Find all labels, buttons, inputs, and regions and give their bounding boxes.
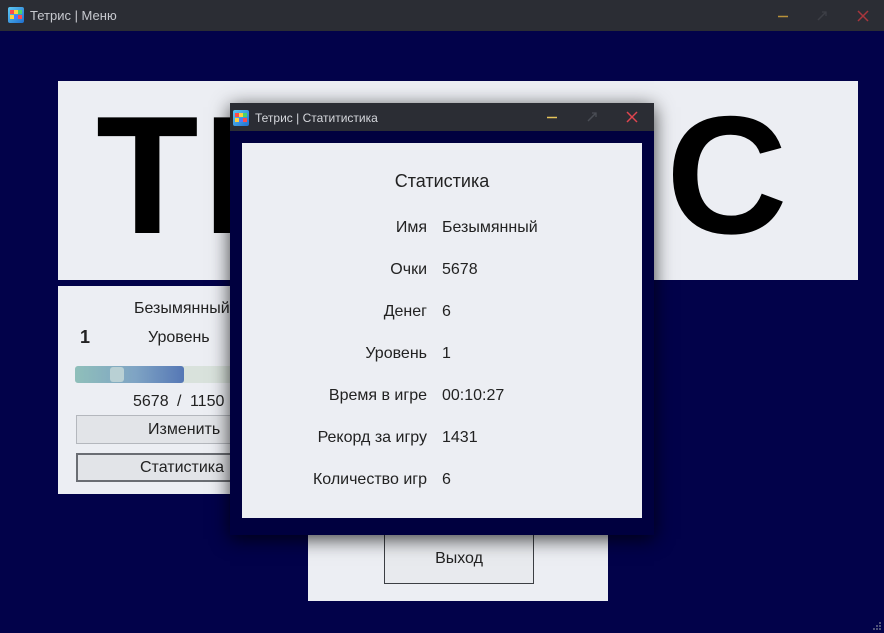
stat-label: Денег — [383, 303, 427, 320]
tetris-app-icon — [8, 7, 24, 23]
stat-value: 1431 — [442, 429, 478, 446]
exit-button[interactable]: Выход — [384, 534, 534, 584]
stat-row-score: Очки 5678 — [242, 261, 642, 283]
dialog-titlebar[interactable]: Тетрис | Статитистика — [230, 103, 654, 131]
exit-panel: Выход — [308, 534, 608, 601]
minimize-icon — [778, 15, 788, 17]
dialog-minimize-button[interactable] — [534, 103, 570, 131]
stat-label: Очки — [390, 261, 427, 278]
dialog-close-button[interactable] — [614, 103, 650, 131]
statistics-content: Статистика Имя Безымянный Очки 5678 Дене… — [242, 143, 642, 518]
player-level-label: Уровень — [148, 329, 210, 346]
main-window-title: Тетрис | Меню — [30, 8, 117, 23]
score-separator: / — [177, 393, 182, 410]
maximize-icon — [817, 10, 827, 21]
stat-row-playtime: Время в игре 00:10:27 — [242, 387, 642, 409]
main-close-button[interactable] — [845, 0, 881, 31]
stat-label: Рекорд за игру — [317, 429, 427, 446]
stat-row-record: Рекорд за игру 1431 — [242, 429, 642, 451]
stat-value: 5678 — [442, 261, 478, 278]
stat-label: Количество игр — [312, 471, 427, 488]
player-level-number: 1 — [80, 327, 91, 347]
player-name: Безымянный — [134, 300, 230, 317]
dialog-maximize-button[interactable] — [574, 103, 610, 131]
edit-button[interactable]: Изменить — [76, 415, 234, 444]
stat-label: Уровень — [365, 345, 427, 362]
stat-value: Безымянный — [442, 219, 538, 236]
level-progress-fill — [75, 366, 184, 383]
resize-grip-icon[interactable] — [872, 621, 882, 631]
level-progress-highlight — [110, 367, 124, 382]
stat-row-games-count: Количество игр 6 — [242, 471, 642, 493]
statistics-heading: Статистика — [394, 171, 490, 191]
dialog-title: Тетрис | Статитистика — [255, 111, 378, 125]
stat-row-money: Денег 6 — [242, 303, 642, 325]
stat-label: Имя — [395, 219, 427, 236]
player-panel: Безымянный 1 Уровень 5678 / 1150 Изменит… — [58, 286, 234, 494]
close-icon — [626, 111, 638, 123]
stat-value: 6 — [442, 303, 451, 320]
score-progress-text: 5678 / 1150 — [133, 393, 224, 411]
stat-row-name: Имя Безымянный — [242, 219, 642, 241]
statistics-dialog: Тетрис | Статитистика Статистика Имя Без… — [230, 103, 654, 535]
statistics-button[interactable]: Статистика — [76, 453, 234, 482]
tetris-app-icon — [233, 110, 249, 126]
stat-row-level: Уровень 1 — [242, 345, 642, 367]
score-total: 1150 — [189, 393, 225, 410]
level-progress-bar — [75, 366, 234, 383]
stat-value: 6 — [442, 471, 451, 488]
score-current: 5678 — [133, 393, 169, 410]
main-minimize-button[interactable] — [765, 0, 801, 31]
stat-value: 00:10:27 — [442, 387, 505, 404]
minimize-icon — [547, 116, 557, 119]
main-maximize-button[interactable] — [804, 0, 840, 31]
close-icon — [857, 9, 869, 22]
maximize-icon — [587, 112, 597, 122]
stat-label: Время в игре — [328, 387, 427, 404]
main-window-titlebar[interactable]: Тетрис | Меню — [0, 0, 884, 31]
stat-value: 1 — [442, 345, 451, 362]
